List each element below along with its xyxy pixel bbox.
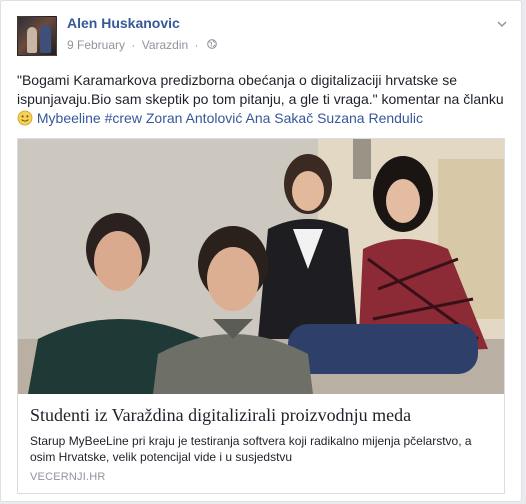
- tag-mybeeline[interactable]: Mybeeline: [37, 110, 101, 126]
- smiley-icon: [17, 110, 37, 126]
- post-location[interactable]: Varazdin: [142, 38, 188, 52]
- tag-ana-sakac[interactable]: Ana Sakač: [245, 110, 313, 126]
- globe-icon: [205, 38, 217, 52]
- meta-separator-2: ·: [194, 37, 199, 52]
- link-domain: VECERNJI.HR: [30, 471, 106, 483]
- meta-separator: ·: [131, 37, 136, 52]
- author-name[interactable]: Alen Huskanovic: [67, 15, 180, 31]
- shared-link-card[interactable]: Studenti iz Varaždina digitalizirali pro…: [17, 138, 505, 494]
- post-message: "Bogami Karamarkova predizborna obećanja…: [17, 71, 507, 128]
- link-preview-image[interactable]: [18, 139, 504, 394]
- tag-suzana-rendulic[interactable]: Suzana Rendulic: [317, 110, 423, 126]
- post-meta: 9 February · Varazdin ·: [67, 37, 217, 52]
- tag-zoran-antolovic[interactable]: Zoran Antolović: [146, 110, 243, 126]
- post-date[interactable]: 9 February: [67, 38, 125, 52]
- post-header: Alen Huskanovic 9 February · Varazdin ·: [17, 13, 509, 61]
- post-message-text: "Bogami Karamarkova predizborna obećanja…: [17, 72, 504, 107]
- link-title[interactable]: Studenti iz Varaždina digitalizirali pro…: [30, 405, 495, 426]
- avatar[interactable]: [17, 16, 57, 56]
- tag-crew[interactable]: #crew: [105, 110, 142, 126]
- feed-post-card: Alen Huskanovic 9 February · Varazdin · …: [0, 0, 522, 502]
- link-description: Starup MyBeeLine pri kraju je testiranja…: [30, 434, 472, 464]
